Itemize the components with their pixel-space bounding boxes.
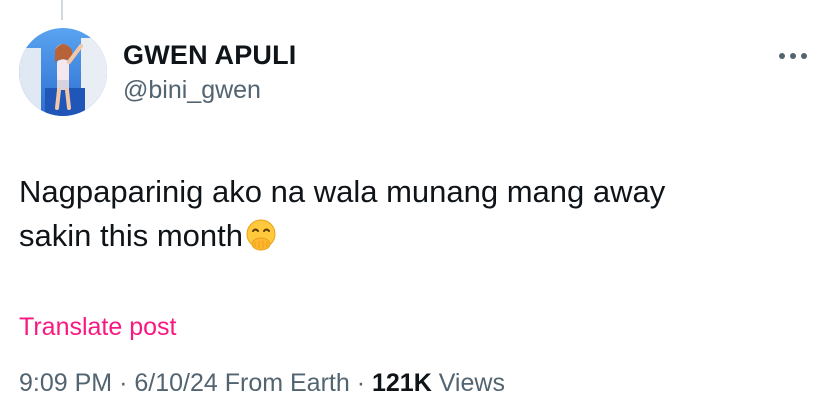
more-dots-icon bbox=[779, 53, 807, 59]
more-options-button[interactable] bbox=[776, 44, 810, 68]
meta-separator: · bbox=[119, 369, 128, 397]
meta-separator: · bbox=[356, 369, 366, 397]
post-time[interactable]: 9:09 PM bbox=[19, 369, 112, 397]
tweet-text: Nagpaparinig ako na wala munang mang awa… bbox=[19, 170, 809, 264]
author-display-name[interactable]: GWEN APULI bbox=[123, 40, 297, 71]
tweet-meta: 9:09 PM · 6/10/24 From Earth · 121K View… bbox=[19, 369, 505, 398]
thread-connector-line bbox=[61, 0, 63, 20]
tweet-text-fragment: sakin this month bbox=[19, 218, 243, 253]
author-handle[interactable]: @bini_gwen bbox=[123, 76, 261, 105]
views-count: 121K bbox=[371, 369, 432, 397]
tweet-text-line: Nagpaparinig ako na wala munang mang awa… bbox=[19, 174, 666, 209]
translate-post-link[interactable]: Translate post bbox=[19, 313, 176, 342]
tweet-text-line: sakin this month bbox=[19, 214, 809, 264]
post-date[interactable]: 6/10/24 bbox=[134, 369, 217, 397]
face-with-hand-over-mouth-emoji-icon bbox=[244, 218, 278, 264]
post-source: From Earth bbox=[224, 369, 350, 397]
views-label: Views bbox=[438, 369, 505, 397]
avatar[interactable] bbox=[19, 28, 107, 116]
